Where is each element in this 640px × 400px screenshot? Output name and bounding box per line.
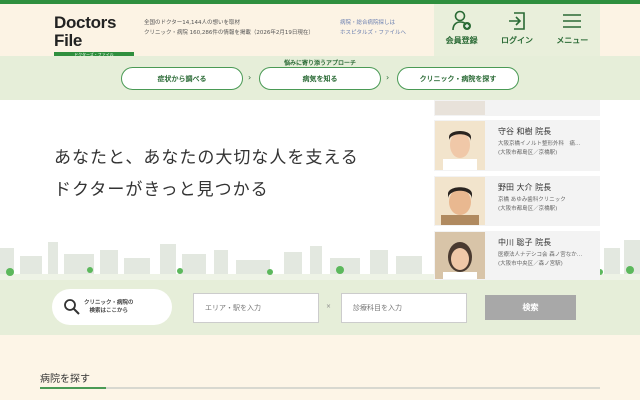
register-label: 会員登録 (445, 36, 478, 45)
approach-title: 悩みに寄り添うアプローチ (283, 60, 356, 67)
login-icon (508, 12, 525, 30)
tagline-clinics: クリニック・病院 160,286件の情報を掲載（2026年2月19日現在） (144, 30, 314, 36)
search-bar: クリニック・病院の検索はここから × 検索 (0, 280, 640, 335)
doctor-name: 中川 聡子 院長 (498, 238, 552, 247)
doctor-info: 京橋 あゆみ歯科クリニック (大阪市都島区／京橋駅) (498, 196, 598, 214)
hospital-link-line2: ホスピタルズ・ファイルへ (340, 30, 407, 36)
hero: あなたと、あなたの大切な人を支える ドクターがきっと見つかる 守谷 和樹 院長 大… (0, 100, 640, 280)
logo-text: Doctors File (54, 13, 117, 50)
hero-copy: あなたと、あなたの大切な人を支える ドクターがきっと見つかる (54, 142, 359, 206)
approach-nav: 悩みに寄り添うアプローチ 症状から調べる › 病気を知る › クリニック・病院を… (0, 56, 640, 100)
doctor-photo (435, 101, 485, 115)
doctor-area: (大阪市都島区／京橋駅) (498, 206, 558, 212)
login-label: ログイン (500, 36, 533, 45)
doctor-clinic: 医療法人ナデシコ会 森ノ宮なか… (498, 252, 583, 258)
search-bubble: クリニック・病院の 検索はここから (52, 289, 172, 325)
doctor-name: 野田 大介 院長 (498, 183, 552, 192)
doctor-info: 大阪京橋イノルト整形外科 痛… (大阪市都島区／京橋駅) (498, 140, 598, 158)
doctor-card[interactable]: 守谷 和樹 院長 大阪京橋イノルト整形外科 痛… (大阪市都島区／京橋駅) (434, 120, 600, 171)
tagline-doctors: 全国のドクター14,144人の想いを取材 (144, 20, 241, 26)
doctor-card-partial[interactable] (434, 100, 600, 116)
bubble-line1: クリニック・病院の (84, 300, 134, 306)
search-button[interactable]: 検索 (485, 295, 576, 320)
doctor-photo (435, 232, 485, 279)
step-diseases[interactable]: 病気を知る (259, 67, 381, 90)
search-icon (64, 299, 80, 315)
hero-line2: ドクターがきっと見つかる (54, 180, 269, 200)
step-symptoms[interactable]: 症状から調べる (121, 67, 243, 90)
tagline: 全国のドクター14,144人の想いを取材クリニック・病院 160,286件の情報… (144, 18, 314, 38)
menu-label: メニュー (556, 36, 589, 45)
login-button[interactable]: ログイン (489, 4, 544, 56)
separator: × (326, 303, 332, 310)
chevron-right-icon: › (248, 73, 252, 82)
register-button[interactable]: 会員登録 (434, 4, 489, 56)
doctor-area: (大阪市中央区／森ノ宮駅) (498, 261, 563, 267)
logo[interactable]: Doctors File ドクターズ・ファイル (54, 14, 134, 58)
area-station-input[interactable] (193, 293, 319, 323)
hospitals-file-link[interactable]: 病院・総合病院探しはホスピタルズ・ファイルへ (340, 18, 406, 38)
doctor-area: (大阪市都島区／京橋駅) (498, 150, 558, 156)
doctor-info: 医療法人ナデシコ会 森ノ宮なか… (大阪市中央区／森ノ宮駅) (498, 251, 598, 269)
header: Doctors File ドクターズ・ファイル 全国のドクター14,144人の想… (0, 4, 640, 58)
bubble-line2: 検索はここから (89, 308, 128, 314)
department-input[interactable] (341, 293, 467, 323)
hero-line1: あなたと、あなたの大切な人を支える (54, 148, 359, 168)
menu-button[interactable]: メニュー (545, 4, 600, 56)
step-find-clinic[interactable]: クリニック・病院を探す (397, 67, 519, 90)
doctor-clinic: 大阪京橋イノルト整形外科 痛… (498, 141, 581, 147)
doctor-photo (435, 121, 485, 170)
doctor-clinic: 京橋 あゆみ歯科クリニック (498, 197, 566, 203)
user-add-icon (451, 10, 471, 31)
section-divider (40, 387, 600, 389)
menu-icon (563, 14, 582, 28)
doctor-card[interactable]: 中川 聡子 院長 医療法人ナデシコ会 森ノ宮なか… (大阪市中央区／森ノ宮駅) (434, 231, 600, 280)
doctor-photo (435, 177, 485, 225)
hospital-link-line1: 病院・総合病院探しは (340, 20, 396, 26)
doctor-name: 守谷 和樹 院長 (498, 127, 552, 136)
chevron-right-icon: › (386, 73, 390, 82)
doctor-card[interactable]: 野田 大介 院長 京橋 あゆみ歯科クリニック (大阪市都島区／京橋駅) (434, 176, 600, 226)
section-title: 病院を探す (40, 374, 90, 385)
